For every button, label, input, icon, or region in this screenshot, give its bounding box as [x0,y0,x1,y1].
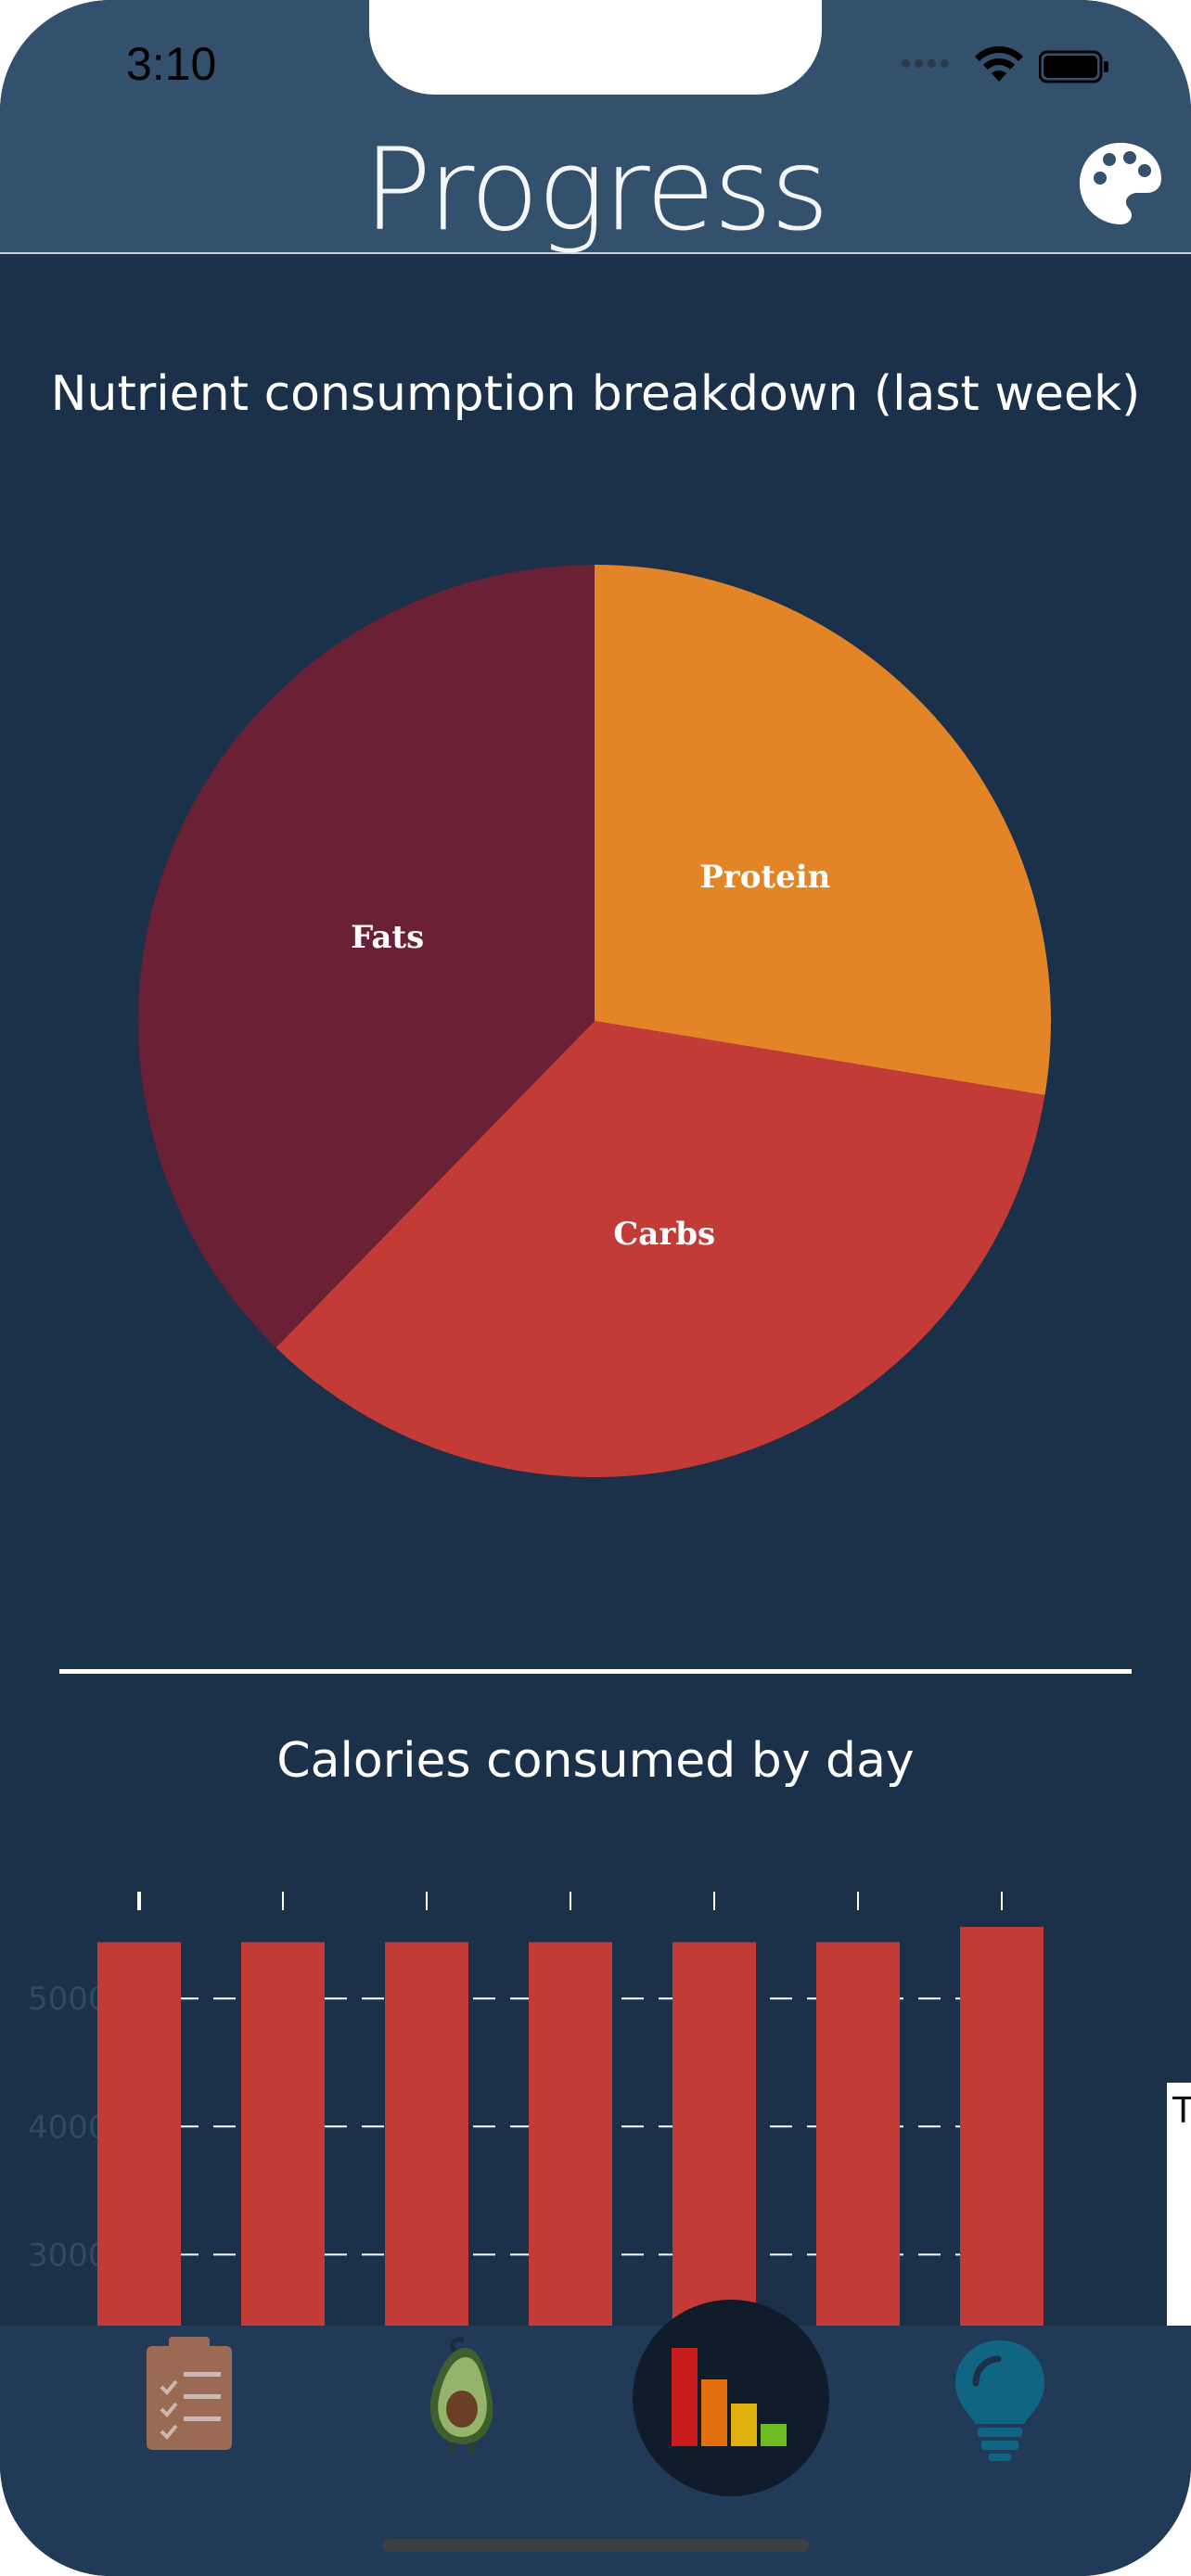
calories-bar-chart: 3000 4000 5000 [28,1892,1044,2327]
calorie-bar [960,1926,1044,2327]
nutrient-pie-chart: Protein Carbs Fats [138,565,1051,1477]
device-notch [369,0,822,95]
calorie-bar [672,1942,756,2327]
chart-legend-partial: T [1167,2083,1191,2333]
pie-label-fats: Fats [351,919,424,956]
tab-log[interactable] [139,2335,269,2465]
y-tick-label: 3000 [28,2237,109,2274]
battery-icon [1039,50,1108,83]
calorie-bar [816,1942,900,2327]
palette-icon[interactable] [1074,137,1167,230]
y-tick-label: 5000 [28,1981,109,2018]
calorie-bar [97,1942,181,2327]
page-title: Progress [363,124,829,256]
wifi-icon [975,46,1023,82]
pie-slice-protein [595,565,1051,1096]
app-screen: 3:10 Progress Nutrient consumption break… [0,0,1191,2576]
section-divider [59,1669,1132,1674]
home-indicator [382,2539,809,2552]
calories-chart-title: Calories consumed by day [276,1733,915,1789]
lightbulb-icon [955,2340,1044,2461]
tab-food[interactable] [401,2335,531,2465]
calorie-bar [529,1942,612,2327]
calorie-bar [241,1942,325,2327]
avocado-icon [429,2337,493,2455]
cellular-signal-icon [902,56,954,72]
tab-progress[interactable] [666,2335,796,2465]
nutrient-chart-title: Nutrient consumption breakdown (last wee… [50,366,1141,422]
pie-label-protein: Protein [699,859,830,896]
legend-text: T [1172,2090,1191,2131]
status-time: 3:10 [126,38,217,90]
pie-label-carbs: Carbs [613,1216,715,1253]
calorie-bar [385,1942,468,2327]
y-tick-label: 4000 [28,2109,109,2146]
bar-chart-icon [672,2348,787,2446]
tab-tips[interactable] [939,2335,1069,2465]
clipboard-icon [147,2337,232,2450]
